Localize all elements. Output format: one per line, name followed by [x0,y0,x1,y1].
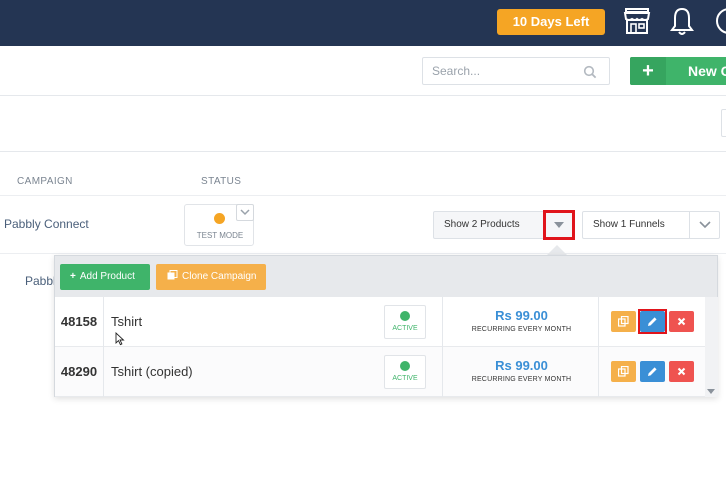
divider [0,195,726,196]
product-price-cell: Rs 99.00 RECURRING EVERY MONTH [442,297,599,347]
new-campaign-button[interactable]: + New C [630,57,726,85]
active-dot-icon [400,311,410,321]
clone-campaign-label: Clone Campaign [182,271,257,282]
active-dot-icon [400,361,410,371]
new-campaign-label: New C [688,63,726,79]
add-product-button[interactable]: + Add Product [60,264,150,290]
delete-product-button[interactable] [669,361,694,382]
top-navigation-bar: 10 Days Left [0,0,726,46]
copy-icon [618,316,629,327]
campaign-name[interactable]: Pabbly Connect [4,217,89,231]
panel-scrollbar[interactable] [705,297,718,397]
pencil-icon [648,367,657,376]
product-price: Rs 99.00 [495,358,548,373]
product-price-cell: Rs 99.00 RECURRING EVERY MONTH [442,347,599,397]
product-id: 48158 [55,297,104,347]
plus-icon: + [70,271,76,282]
chevron-down-icon [240,209,250,216]
store-icon[interactable] [622,6,652,36]
close-icon [677,367,686,376]
copy-icon [618,366,629,377]
product-billing-period: RECURRING EVERY MONTH [471,376,572,383]
copy-icon [167,270,178,280]
table-row: 48158 Tshirt ACTIVE Rs 99.00 RECURRING E… [55,297,705,347]
products-select-label: Show 2 Products [444,219,520,230]
product-status-badge[interactable]: ACTIVE [384,305,426,339]
mouse-cursor-icon [115,332,125,346]
dropdown-pointer [547,245,567,255]
highlight-annotation [543,210,575,240]
scroll-down-icon[interactable] [707,389,715,394]
product-price: Rs 99.00 [495,308,548,323]
status-label: TEST MODE [196,231,244,240]
clone-campaign-button[interactable]: Clone Campaign [156,264,266,290]
funnels-select-label: Show 1 Funnels [593,219,665,230]
avatar-icon[interactable] [714,6,726,36]
product-status-badge[interactable]: ACTIVE [384,355,426,389]
product-status-label: ACTIVE [392,375,418,382]
products-dropdown-panel: + Add Product Clone Campaign 48158 Tshirt… [54,255,718,397]
close-icon [677,317,686,326]
column-header-status: STATUS [201,176,242,187]
show-funnels-select[interactable]: Show 1 Funnels [582,211,720,239]
search-icon[interactable] [583,65,597,79]
page-header: + New C [0,46,726,96]
column-header-campaign: CAMPAIGN [17,176,73,187]
copy-product-button[interactable] [611,311,636,332]
trial-days-left-badge[interactable]: 10 Days Left [497,9,605,35]
copy-product-button[interactable] [611,361,636,382]
product-billing-period: RECURRING EVERY MONTH [471,326,572,333]
plus-icon: + [630,57,666,85]
add-product-label: Add Product [79,271,135,282]
status-dropdown-toggle[interactable] [236,204,254,221]
divider [0,253,726,254]
search-box[interactable] [422,57,610,85]
table-row: 48290 Tshirt (copied) ACTIVE Rs 99.00 RE… [55,347,705,397]
product-id: 48290 [55,347,104,397]
filter-bar [0,97,726,152]
highlight-annotation [638,309,667,334]
delete-product-button[interactable] [669,311,694,332]
bell-icon[interactable] [667,5,697,37]
product-name: Tshirt (copied) [111,364,193,379]
status-dot-icon [214,213,225,224]
filter-select[interactable] [721,109,726,137]
funnels-select-caret[interactable] [689,212,719,238]
chevron-down-icon [699,221,711,229]
search-input[interactable] [423,58,573,84]
product-status-label: ACTIVE [392,325,418,332]
edit-product-button[interactable] [640,361,665,382]
products-table: 48158 Tshirt ACTIVE Rs 99.00 RECURRING E… [55,297,705,397]
